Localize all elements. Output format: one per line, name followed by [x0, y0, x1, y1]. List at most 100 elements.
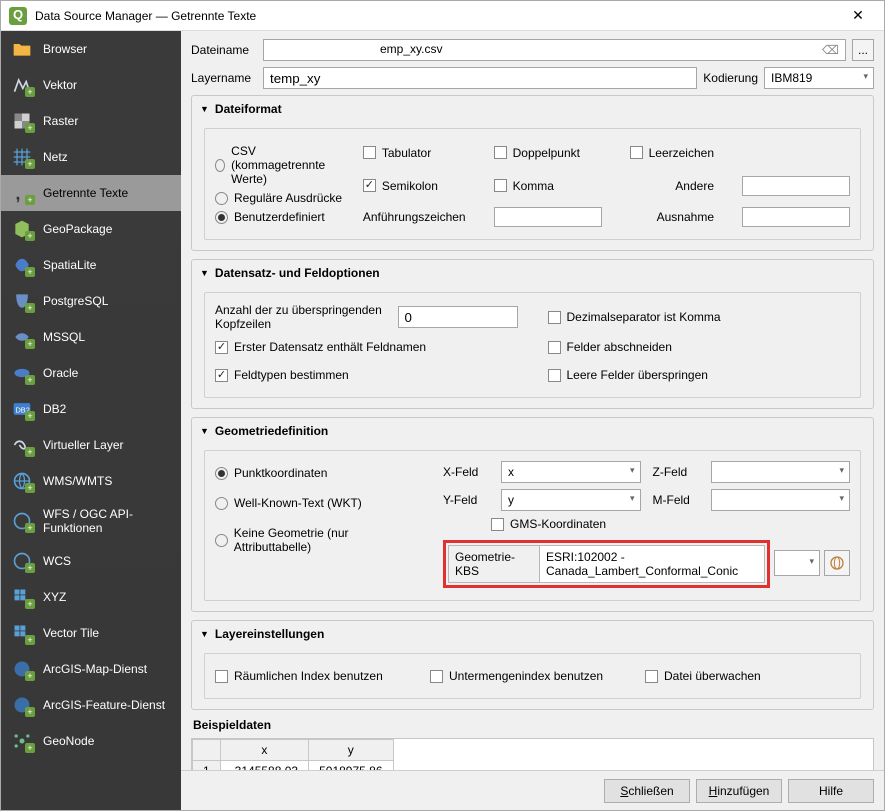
layername-input[interactable]: [263, 67, 697, 89]
close-icon[interactable]: ✕: [840, 7, 876, 24]
sidebar-item-netz[interactable]: + Netz: [1, 139, 181, 175]
sidebar-item-postgresql[interactable]: + PostgreSQL: [1, 283, 181, 319]
footer: Schließen Hinzufügen Hilfe: [181, 770, 884, 810]
check-spatial-index[interactable]: Räumlichen Index benutzen: [215, 669, 420, 683]
sidebar-item-geopackage[interactable]: + GeoPackage: [1, 211, 181, 247]
sidebar-item-oracle[interactable]: + Oracle: [1, 355, 181, 391]
radio-custom[interactable]: Benutzerdefiniert: [215, 210, 351, 224]
crs-highlight: Geometrie-KBS ESRI:102002 - Canada_Lambe…: [443, 540, 770, 588]
check-watch-file[interactable]: Datei überwachen: [645, 669, 850, 683]
checkbox-icon: [630, 146, 643, 159]
vector-icon: +: [11, 75, 33, 95]
sidebar-item-label: PostgreSQL: [43, 294, 108, 308]
main-content: Dateiname emp_xy.csv ⌫ ... Layername Kod…: [181, 31, 884, 770]
check-comma[interactable]: Komma: [494, 179, 602, 193]
preview-heading: Beispieldaten: [193, 718, 874, 732]
radio-none[interactable]: Keine Geometrie (nur Attributtabelle): [215, 526, 425, 554]
add-button[interactable]: Hinzufügen: [696, 779, 782, 803]
checkbox-icon: [494, 146, 507, 159]
sidebar-item-wfs[interactable]: + WFS / OGC API-Funktionen: [1, 499, 181, 543]
sidebar-item-arcgis-map[interactable]: + ArcGIS-Map-Dienst: [1, 651, 181, 687]
check-gms[interactable]: GMS-Koordinaten: [491, 517, 850, 531]
mfield-combo[interactable]: [711, 489, 851, 511]
checkbox-icon: [215, 369, 228, 382]
quote-input[interactable]: [494, 207, 602, 227]
zfield-combo[interactable]: [711, 461, 851, 483]
help-button[interactable]: Hilfe: [788, 779, 874, 803]
check-trim[interactable]: Felder abschneiden: [548, 340, 851, 354]
filename-row: Dateiname emp_xy.csv ⌫ ...: [191, 39, 874, 61]
crs-select-button[interactable]: [824, 550, 850, 576]
filename-input[interactable]: emp_xy.csv ⌫: [263, 39, 846, 61]
oracle-icon: +: [11, 363, 33, 383]
check-detect-types[interactable]: Feldtypen bestimmen: [215, 368, 518, 382]
check-semicolon[interactable]: Semikolon: [363, 179, 466, 193]
group-geometry-header[interactable]: ▼ Geometriedefinition: [192, 418, 873, 444]
sidebar-item-label: SpatiaLite: [43, 258, 96, 272]
sidebar-item-spatialite[interactable]: + SpatiaLite: [1, 247, 181, 283]
sidebar-item-label: Raster: [43, 114, 78, 128]
checkbox-icon: [548, 369, 561, 382]
sidebar-item-vektor[interactable]: + Vektor: [1, 67, 181, 103]
crs-value: ESRI:102002 - Canada_Lambert_Conformal_C…: [540, 545, 765, 583]
check-first-has-names[interactable]: Erster Datensatz enthält Feldnamen: [215, 340, 518, 354]
checkbox-icon: [215, 670, 228, 683]
sidebar-item-label: WFS / OGC API-Funktionen: [43, 507, 171, 535]
radio-wkt[interactable]: Well-Known-Text (WKT): [215, 496, 425, 510]
globe-icon: +: [11, 695, 33, 715]
xfield-combo[interactable]: x: [501, 461, 641, 483]
clear-icon[interactable]: ⌫: [822, 43, 839, 57]
escape-input[interactable]: [742, 207, 850, 227]
skip-input[interactable]: [398, 306, 518, 328]
sidebar-item-wcs[interactable]: + WCS: [1, 543, 181, 579]
sidebar-item-delimited-text[interactable]: ,+ Getrennte Texte: [1, 175, 181, 211]
browse-button[interactable]: ...: [852, 39, 874, 61]
geonode-icon: +: [11, 731, 33, 751]
other-input[interactable]: [742, 176, 850, 196]
globe-icon: +: [11, 511, 33, 531]
sidebar-item-label: GeoPackage: [43, 222, 112, 236]
preview-table-wrap[interactable]: x y 1-3145588.035018975.86 2-3115010.955…: [191, 738, 874, 770]
sidebar-item-arcgis-feature[interactable]: + ArcGIS-Feature-Dienst: [1, 687, 181, 723]
xfield-label: X-Feld: [443, 465, 489, 479]
close-button[interactable]: Schließen: [604, 779, 690, 803]
encoding-combo[interactable]: IBM819: [764, 67, 874, 89]
check-colon[interactable]: Doppelpunkt: [494, 146, 602, 160]
postgresql-icon: +: [11, 291, 33, 311]
sidebar-item-xyz[interactable]: + XYZ: [1, 579, 181, 615]
checkbox-icon: [494, 179, 507, 192]
sidebar-item-label: Vektor: [43, 78, 77, 92]
group-record-header[interactable]: ▼ Datensatz- und Feldoptionen: [192, 260, 873, 286]
check-space[interactable]: Leerzeichen: [630, 146, 714, 160]
globe-icon: +: [11, 551, 33, 571]
crs-combo[interactable]: [774, 550, 820, 576]
virtual-layer-icon: +: [11, 435, 33, 455]
table-row: 1-3145588.035018975.86: [193, 761, 394, 771]
group-dateiformat-header[interactable]: ▼ Dateiformat: [192, 96, 873, 122]
yfield-combo[interactable]: y: [501, 489, 641, 511]
checkbox-icon: [548, 311, 561, 324]
group-layer-header[interactable]: ▼ Layereinstellungen: [192, 621, 873, 647]
table-header: x: [220, 740, 308, 761]
sidebar-item-vector-tile[interactable]: + Vector Tile: [1, 615, 181, 651]
check-decimal-comma[interactable]: Dezimalseparator ist Komma: [548, 308, 851, 326]
crs-label: Geometrie-KBS: [448, 545, 540, 583]
radio-point[interactable]: Punktkoordinaten: [215, 466, 425, 480]
radio-regex[interactable]: Reguläre Ausdrücke: [215, 191, 351, 205]
check-subset-index[interactable]: Untermengenindex benutzen: [430, 669, 635, 683]
check-skip-empty[interactable]: Leere Felder überspringen: [548, 368, 851, 382]
sidebar-item-browser[interactable]: Browser: [1, 31, 181, 67]
collapse-icon: ▼: [200, 426, 209, 436]
sidebar-item-mssql[interactable]: + MSSQL: [1, 319, 181, 355]
sidebar-item-raster[interactable]: + Raster: [1, 103, 181, 139]
sidebar-item-label: Browser: [43, 42, 87, 56]
check-tab[interactable]: Tabulator: [363, 146, 466, 160]
sidebar-item-virtual-layer[interactable]: + Virtueller Layer: [1, 427, 181, 463]
sidebar-item-wms[interactable]: + WMS/WMTS: [1, 463, 181, 499]
sidebar-item-db2[interactable]: DB2+ DB2: [1, 391, 181, 427]
radio-csv[interactable]: CSV (kommagetrennte Werte): [215, 144, 351, 186]
quote-label: Anführungszeichen: [363, 210, 466, 224]
sidebar-item-geonode[interactable]: + GeoNode: [1, 723, 181, 759]
geopackage-icon: +: [11, 219, 33, 239]
zfield-label: Z-Feld: [653, 465, 699, 479]
